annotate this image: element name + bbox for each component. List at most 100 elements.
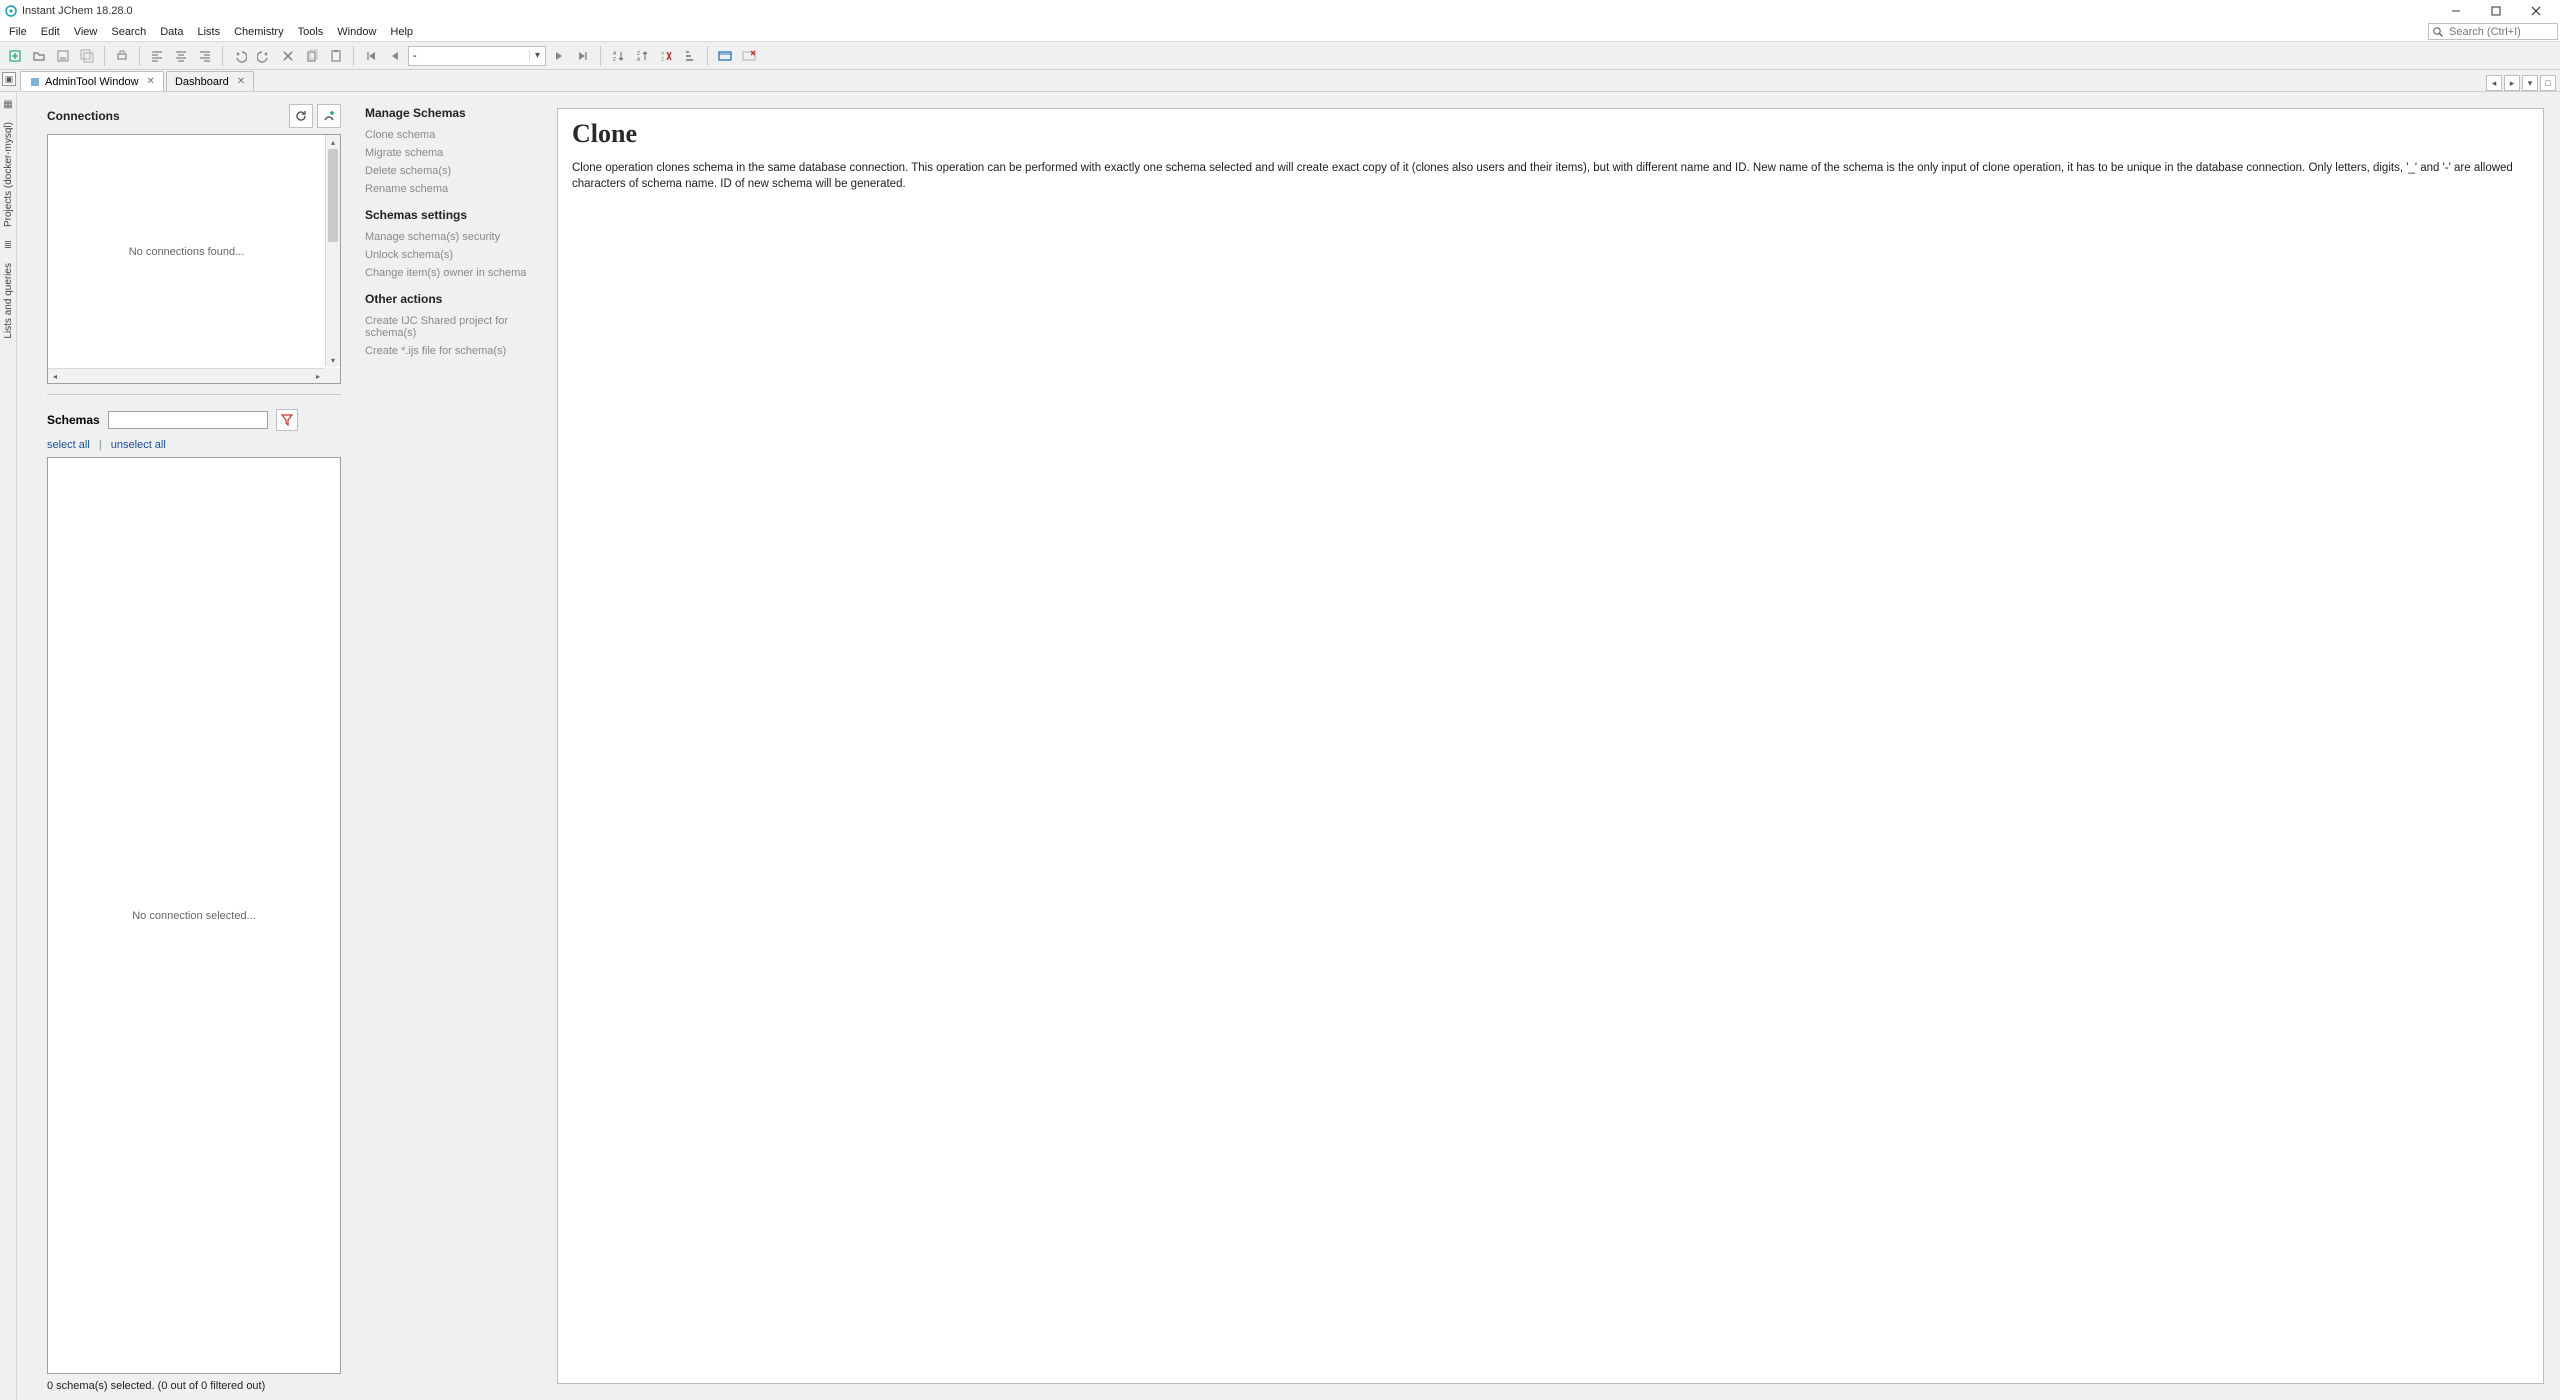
action-manage-security[interactable]: Manage schema(s) security [365, 228, 549, 246]
select-all-link[interactable]: select all [47, 439, 90, 451]
refresh-connections-button[interactable] [289, 104, 313, 128]
tab-label: Dashboard [175, 76, 229, 88]
menu-file[interactable]: File [2, 24, 34, 40]
add-connection-button[interactable] [317, 104, 341, 128]
tab-dashboard[interactable]: Dashboard ✕ [166, 71, 254, 91]
left-siderail: ▦ Projects (docker-mysql) ≣ Lists and qu… [0, 92, 17, 1400]
goto-first-button[interactable] [360, 45, 382, 67]
connections-title: Connections [47, 109, 120, 123]
goto-next-button[interactable] [548, 45, 570, 67]
actions-column: Manage Schemas Clone schema Migrate sche… [357, 92, 557, 1400]
quick-search-input[interactable] [2447, 24, 2557, 39]
record-combo[interactable]: ▾ [408, 46, 546, 66]
action-delete-schema[interactable]: Delete schema(s) [365, 162, 549, 180]
sort-dialog-button[interactable] [679, 45, 701, 67]
tab-close-button[interactable]: ✕ [147, 76, 155, 87]
window-titlebar: Instant JChem 18.28.0 [0, 0, 2560, 22]
connections-listbox[interactable]: No connections found... ▴▾ ◂▸ [47, 134, 341, 384]
lists-icon: ≣ [2, 239, 14, 251]
svg-text:A: A [637, 57, 641, 63]
menu-chemistry[interactable]: Chemistry [227, 24, 291, 40]
filter-button[interactable] [276, 409, 298, 431]
svg-text:Z: Z [661, 57, 664, 63]
schemas-empty-text: No connection selected... [132, 910, 256, 922]
delete-button[interactable] [277, 45, 299, 67]
tabs-dropdown-button[interactable]: ▾ [2522, 75, 2538, 91]
menu-edit[interactable]: Edit [34, 24, 67, 40]
actions-heading-other: Other actions [365, 292, 549, 306]
detail-body: Clone operation clones schema in the sam… [572, 161, 2529, 192]
sort-asc-button[interactable]: AZ [607, 45, 629, 67]
close-window-button[interactable] [738, 45, 760, 67]
close-button[interactable] [2516, 0, 2556, 22]
copy-button[interactable] [301, 45, 323, 67]
admintool-panel: Connections No connections found... ▴▾ ◂… [17, 92, 2560, 1400]
tab-admintool[interactable]: AdminTool Window ✕ [20, 71, 164, 91]
paste-button[interactable] [325, 45, 347, 67]
menu-data[interactable]: Data [153, 24, 190, 40]
connections-scrollbar-h[interactable]: ◂▸ [48, 368, 325, 383]
redo-button[interactable] [253, 45, 275, 67]
siderail-projects[interactable]: Projects (docker-mysql) [3, 118, 14, 231]
tab-close-button[interactable]: ✕ [237, 76, 245, 87]
window-title: Instant JChem 18.28.0 [22, 5, 133, 17]
svg-text:Z: Z [613, 57, 616, 63]
action-rename-schema[interactable]: Rename schema [365, 180, 549, 198]
search-icon [2429, 26, 2447, 38]
maximize-button[interactable] [2476, 0, 2516, 22]
unselect-all-link[interactable]: unselect all [111, 439, 166, 451]
action-create-ijs-file[interactable]: Create *.ijs file for schema(s) [365, 342, 549, 360]
menu-help[interactable]: Help [383, 24, 420, 40]
sort-desc-button[interactable]: ZA [631, 45, 653, 67]
save-all-button[interactable] [76, 45, 98, 67]
detail-pane: Clone Clone operation clones schema in t… [557, 108, 2544, 1384]
projects-icon: ▦ [2, 98, 14, 110]
record-combo-input[interactable] [409, 47, 529, 65]
app-icon [4, 4, 18, 18]
quick-search[interactable] [2428, 23, 2558, 40]
document-tabs: ▣ AdminTool Window ✕ Dashboard ✕ ◂ ▸ ▾ □ [0, 70, 2560, 92]
tab-label: AdminTool Window [45, 76, 139, 88]
goto-last-button[interactable] [572, 45, 594, 67]
align-right-button[interactable] [194, 45, 216, 67]
chevron-down-icon[interactable]: ▾ [529, 50, 545, 61]
action-unlock-schema[interactable]: Unlock schema(s) [365, 246, 549, 264]
menu-window[interactable]: Window [330, 24, 383, 40]
new-window-button[interactable] [714, 45, 736, 67]
restore-sidebar-button[interactable]: ▣ [2, 72, 16, 86]
actions-heading-manage: Manage Schemas [365, 106, 549, 120]
schemas-filter-input[interactable] [108, 411, 268, 429]
detail-title: Clone [572, 119, 2529, 149]
menubar: File Edit View Search Data Lists Chemist… [0, 22, 2560, 42]
connections-empty-text: No connections found... [129, 246, 245, 258]
action-change-owner[interactable]: Change item(s) owner in schema [365, 264, 549, 282]
left-column: Connections No connections found... ▴▾ ◂… [17, 92, 357, 1400]
save-button[interactable] [52, 45, 74, 67]
action-migrate-schema[interactable]: Migrate schema [365, 144, 549, 162]
menu-lists[interactable]: Lists [190, 24, 227, 40]
align-left-button[interactable] [146, 45, 168, 67]
siderail-lists[interactable]: Lists and queries [3, 259, 14, 343]
action-clone-schema[interactable]: Clone schema [365, 126, 549, 144]
workspace: ▦ Projects (docker-mysql) ≣ Lists and qu… [0, 92, 2560, 1400]
admin-icon [29, 76, 41, 88]
new-file-button[interactable] [4, 45, 26, 67]
tabs-scroll-left-button[interactable]: ◂ [2486, 75, 2502, 91]
undo-button[interactable] [229, 45, 251, 67]
menu-search[interactable]: Search [104, 24, 153, 40]
actions-heading-settings: Schemas settings [365, 208, 549, 222]
action-create-shared-project[interactable]: Create IJC Shared project for schema(s) [365, 312, 549, 342]
connections-scrollbar-v[interactable]: ▴▾ [325, 135, 340, 367]
open-button[interactable] [28, 45, 50, 67]
tabs-maximize-button[interactable]: □ [2540, 75, 2556, 91]
clear-sort-button[interactable]: AZ [655, 45, 677, 67]
main-toolbar: ▾ AZ ZA AZ [0, 42, 2560, 70]
align-center-button[interactable] [170, 45, 192, 67]
tabs-scroll-right-button[interactable]: ▸ [2504, 75, 2520, 91]
menu-view[interactable]: View [67, 24, 105, 40]
minimize-button[interactable] [2436, 0, 2476, 22]
goto-prev-button[interactable] [384, 45, 406, 67]
menu-tools[interactable]: Tools [291, 24, 331, 40]
print-button[interactable] [111, 45, 133, 67]
schemas-listbox[interactable]: No connection selected... [47, 457, 341, 1374]
